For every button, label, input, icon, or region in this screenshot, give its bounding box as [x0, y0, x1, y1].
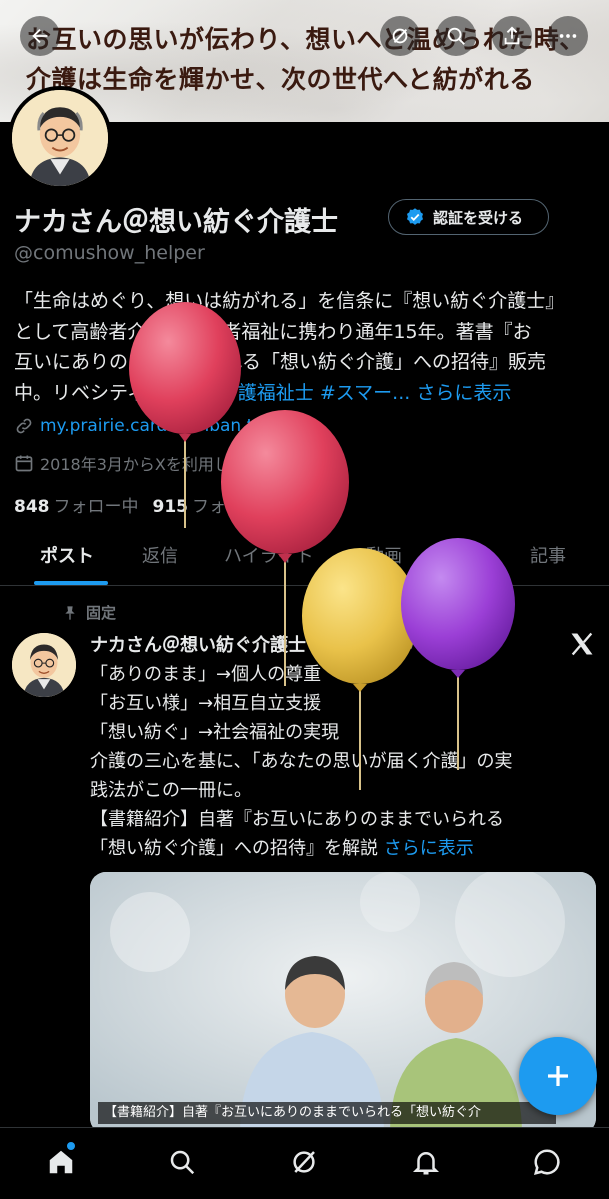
post-show-more-link[interactable]: さらに表示 — [384, 838, 474, 859]
nav-search[interactable] — [164, 1144, 200, 1180]
active-tab-indicator — [34, 581, 108, 585]
tab-images[interactable]: 画像 — [448, 542, 484, 568]
profile-tabs: ポスト 返信 ハイライト 動画 画像 記事 — [0, 532, 609, 586]
grok-icon — [392, 28, 408, 44]
joined-text: 2018年3月からXを利用しています — [40, 455, 294, 474]
verified-badge-icon — [407, 208, 423, 225]
following-label: フォロー中 — [53, 497, 139, 517]
bio-line: 互いにありのままでいられる「想い紡ぐ介護」への招待』販売 — [14, 351, 547, 373]
pinned-label: 固定 — [86, 604, 117, 622]
plus-icon — [548, 1066, 568, 1086]
post-author-name[interactable]: ナカさん＠想い紡ぐ介護士 — [90, 631, 306, 657]
nav-grok[interactable] — [286, 1144, 322, 1180]
back-button[interactable] — [20, 16, 60, 56]
x-logo-icon — [571, 632, 593, 656]
nav-home[interactable] — [43, 1144, 79, 1180]
home-icon — [49, 1150, 73, 1174]
share-button[interactable] — [492, 16, 532, 56]
bio-line: 「生命はめぐり、想いは紡がれる」を信条に『想い紡ぐ介護士』 — [14, 290, 565, 312]
followers-stat[interactable]: 915 フォロワー — [153, 492, 278, 517]
grok-button[interactable] — [380, 16, 420, 56]
post-line: 介護の三心を基に、「あなたの思いが届く介護」の実 — [90, 751, 513, 772]
bio-line: として高齢者介護、障害者福祉に携わり通年15年。著書『お — [14, 320, 532, 343]
following-stat[interactable]: 848 フォロー中 — [14, 492, 139, 517]
messages-icon — [533, 1149, 560, 1176]
post-author-avatar[interactable] — [12, 633, 76, 697]
tab-replies[interactable]: 返信 — [142, 542, 178, 568]
back-arrow-icon — [32, 28, 48, 44]
chevron-right-icon — [303, 457, 310, 469]
search-icon — [447, 27, 465, 45]
get-verified-button[interactable]: 認証を受ける — [388, 199, 549, 235]
profile-name: ナカさん＠想い紡ぐ介護士 — [14, 207, 338, 238]
followers-count: 915 — [152, 497, 189, 517]
nav-notifications[interactable] — [408, 1144, 444, 1180]
post-line: 「想い紡ぐ」→社会福祉の実現 — [90, 722, 340, 743]
tab-articles[interactable]: 記事 — [530, 542, 566, 568]
nav-messages[interactable] — [529, 1144, 565, 1180]
more-button[interactable] — [548, 16, 588, 56]
post-meta: @... · 2026/02/04 — [312, 631, 469, 652]
profile-handle: @comushow_helper — [14, 242, 205, 264]
media-photo — [90, 872, 596, 1134]
post-line-last: 「想い紡ぐ介護」への招待』を解説 さらに表示 — [90, 834, 595, 863]
media-caption: 【書籍紹介】自著『お互いにありのままでいられる「想い紡ぐ介 — [98, 1102, 556, 1124]
link-icon — [16, 418, 32, 434]
avatar-illustration — [12, 90, 108, 186]
bell-icon — [412, 1152, 440, 1175]
bio-hashtags[interactable]: #介護福祉士 #スマー... — [203, 382, 410, 404]
profile-avatar[interactable] — [8, 86, 112, 190]
bio-line-last: 中。リベシティ所属。#介護福祉士 #スマー... さらに表示 — [14, 378, 594, 409]
bottom-navigation — [0, 1127, 609, 1199]
banner-text-line-2: 介護は生命を輝かせ、次の世代へと紡がれる — [26, 65, 535, 94]
post-header: ナカさん＠想い紡ぐ介護士 @... · 2026/02/04 — [90, 631, 468, 657]
profile-link[interactable]: my.prairie.cards/u/nban.tu69 — [14, 416, 286, 436]
search-icon — [170, 1150, 195, 1175]
profile-link-text[interactable]: my.prairie.cards/u/nban.tu69 — [40, 416, 286, 436]
calendar-icon — [15, 455, 33, 472]
grok-icon — [293, 1151, 315, 1173]
tab-posts[interactable]: ポスト — [40, 542, 94, 568]
home-notification-dot — [67, 1142, 75, 1150]
post-line: 践法がこの一冊に。 — [90, 780, 252, 801]
post-text[interactable]: 「ありのまま」→個人の尊重 「お互い様」→相互自立支援 「想い紡ぐ」→社会福祉の… — [90, 660, 595, 863]
bio-show-more-link[interactable]: さらに表示 — [416, 382, 511, 404]
followers-label: フォロワー — [192, 497, 277, 517]
tab-highlights[interactable]: ハイライト — [224, 542, 314, 568]
following-count: 848 — [14, 497, 50, 517]
search-button[interactable] — [436, 16, 476, 56]
more-icon — [559, 34, 577, 38]
post-line: 「想い紡ぐ介護」への招待』を解説 — [90, 838, 378, 859]
avatar-illustration — [12, 633, 76, 697]
pin-icon — [65, 605, 75, 620]
post-line: 「お互い様」→相互自立支援 — [90, 693, 322, 714]
post-media-image[interactable]: 【書籍紹介】自著『お互いにありのままでいられる「想い紡ぐ介 — [90, 872, 596, 1134]
share-icon — [504, 26, 520, 45]
follow-stats: 848 フォロー中 915 フォロワー — [14, 492, 277, 517]
compose-post-button[interactable] — [519, 1037, 597, 1115]
get-verified-label: 認証を受ける — [433, 208, 524, 227]
post-line: 【書籍紹介】自著『お互いにありのままでいられる — [90, 809, 504, 830]
joined-date[interactable]: 2018年3月からXを利用しています — [14, 451, 313, 475]
bio-line-text: 中。リベシティ所属。 — [14, 381, 203, 404]
tab-videos[interactable]: 動画 — [366, 542, 402, 568]
profile-bio: 「生命はめぐり、想いは紡がれる」を信条に『想い紡ぐ介護士』 として高齢者介護、障… — [14, 286, 594, 408]
post-line: 「ありのまま」→個人の尊重 — [90, 664, 322, 685]
pinned-indicator: 固定 — [62, 602, 116, 623]
